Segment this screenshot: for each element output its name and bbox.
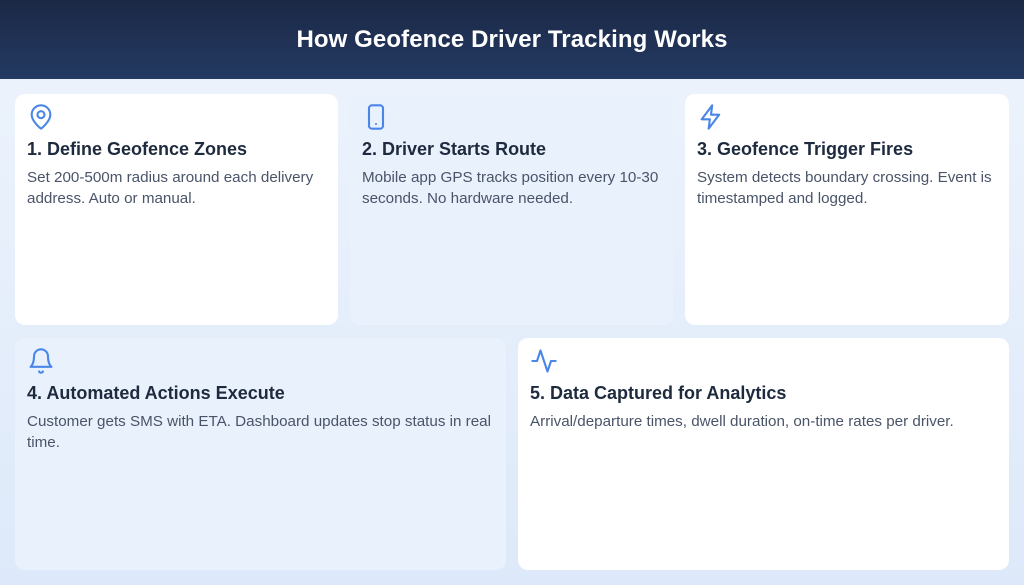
step-card-data-captured: 5. Data Captured for Analytics Arrival/d… <box>518 338 1009 570</box>
step-description: Mobile app GPS tracks position every 10-… <box>362 169 659 207</box>
lightning-icon <box>697 103 725 131</box>
step-card-automated-actions: 4. Automated Actions Execute Customer ge… <box>15 338 506 570</box>
step-description: System detects boundary crossing. Event … <box>697 169 992 207</box>
step-card-driver-starts: 2. Driver Starts Route Mobile app GPS tr… <box>350 94 673 325</box>
step-card-define-zones: 1. Define Geofence Zones Set 200-500m ra… <box>15 94 338 325</box>
step-title: 4. Automated Actions Execute <box>27 383 285 403</box>
page-title: How Geofence Driver Tracking Works <box>296 25 728 53</box>
step-title: 5. Data Captured for Analytics <box>530 383 787 403</box>
smartphone-icon <box>362 103 390 131</box>
step-title: 2. Driver Starts Route <box>362 139 547 159</box>
bell-icon <box>27 347 55 375</box>
step-description: Arrival/departure times, dwell duration,… <box>530 413 954 430</box>
map-pin-icon <box>27 103 55 131</box>
step-title: 1. Define Geofence Zones <box>27 139 248 159</box>
step-description: Set 200-500m radius around each delivery… <box>27 169 314 207</box>
activity-pulse-icon <box>530 347 558 375</box>
step-title: 3. Geofence Trigger Fires <box>697 139 914 159</box>
header-bar: How Geofence Driver Tracking Works <box>0 0 1024 79</box>
step-card-trigger-fires: 3. Geofence Trigger Fires System detects… <box>685 94 1009 325</box>
step-description: Customer gets SMS with ETA. Dashboard up… <box>27 413 491 451</box>
